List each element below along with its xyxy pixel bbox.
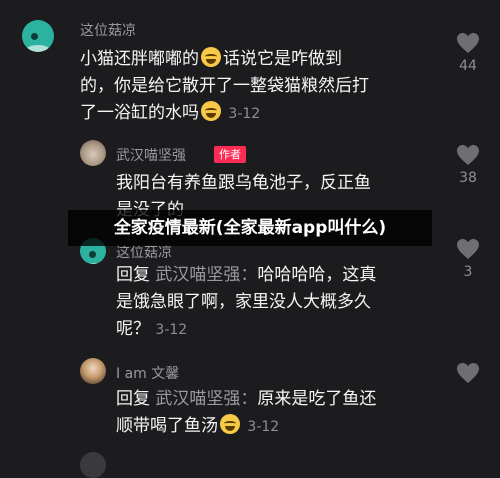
avatar[interactable] (80, 358, 106, 384)
comment-username[interactable]: I am 文馨 (116, 363, 179, 383)
comment-username[interactable]: 武汉喵坚强 (116, 145, 186, 165)
heart-outline-icon[interactable] (456, 32, 480, 54)
comment-text: 回复 武汉喵坚强：原来是吃了鱼还 顺带喝了鱼汤 3-12 (116, 386, 376, 441)
reply-to-username[interactable]: 武汉喵坚强： (155, 389, 257, 409)
comment-text-line: 了一浴缸的水吗 (80, 103, 199, 123)
laughing-tears-emoji-icon (201, 101, 221, 121)
comment-text-line: 哈哈哈哈，这真 (257, 265, 377, 285)
avatar[interactable] (80, 452, 106, 478)
author-badge: 作者 (214, 146, 246, 163)
laughing-tears-emoji-icon (201, 47, 221, 67)
comment-text: 小猫还胖嘟嘟的 话说它是咋做到 的，你是给它散开了一整袋猫粮然后打 了一浴缸的水吗… (80, 46, 369, 128)
comment-text-line: 是饿急眼了啊，家里没人大概多久 (116, 292, 371, 312)
comment-text: 回复 武汉喵坚强：哈哈哈哈，这真 是饿急眼了啊，家里没人大概多久 呢？ 3-12 (116, 262, 376, 344)
like-button[interactable]: 38 (452, 144, 484, 186)
comment-username[interactable]: 这位菇凉 (80, 20, 136, 40)
heart-outline-icon[interactable] (456, 144, 480, 166)
comment-date: 3-12 (228, 106, 261, 122)
comment-text-line: 呢？ (116, 319, 150, 339)
title-banner: 全家疫情最新(全家最新app叫什么) (68, 210, 432, 246)
avatar[interactable] (80, 140, 106, 166)
reply-to-username[interactable]: 武汉喵坚强： (155, 265, 257, 285)
like-button[interactable] (452, 362, 484, 384)
reply-prefix: 回复 (116, 265, 150, 285)
comment-text-line: 我阳台有养鱼跟乌龟池子，反正鱼 (116, 173, 371, 193)
like-count: 44 (459, 58, 477, 74)
comment-date: 3-12 (247, 419, 280, 435)
like-count: 3 (463, 264, 473, 280)
comment-text-line: 话说它是咋做到 (223, 49, 342, 69)
avatar[interactable] (22, 20, 54, 52)
like-button[interactable]: 3 (452, 238, 484, 280)
heart-outline-icon[interactable] (456, 238, 480, 260)
laughing-tears-emoji-icon (220, 414, 240, 434)
like-button[interactable]: 44 (452, 32, 484, 74)
comment-text-line: 的，你是给它散开了一整袋猫粮然后打 (80, 76, 369, 96)
comment-text-line: 原来是吃了鱼还 (257, 389, 377, 409)
reply-prefix: 回复 (116, 389, 150, 409)
comment-date: 3-12 (155, 322, 188, 338)
heart-outline-icon[interactable] (456, 362, 480, 384)
comment-text-line: 小猫还胖嘟嘟的 (80, 49, 199, 69)
comment-text-line: 顺带喝了鱼汤 (116, 416, 218, 436)
like-count: 38 (459, 170, 477, 186)
